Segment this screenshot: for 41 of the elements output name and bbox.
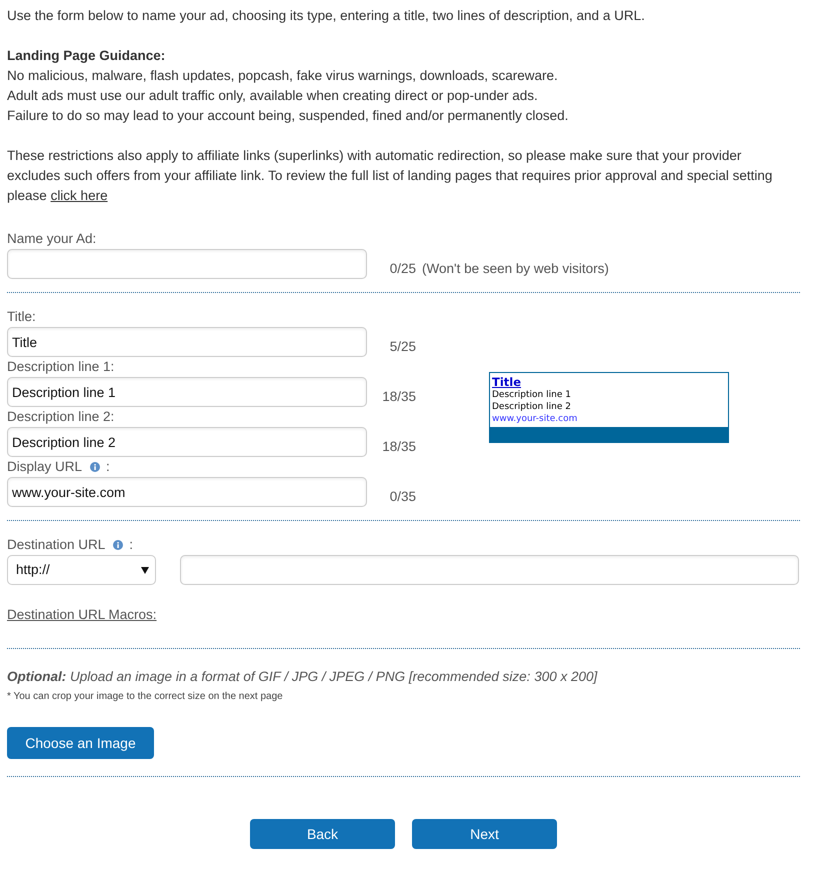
field-label: Destination URL — [7, 536, 106, 554]
input-field[interactable]: www.your-site.com — [7, 477, 367, 507]
guidance-text: No malicious, malware, flash updates, popcash, fake virus warnings, downloads, scareware. — [7, 67, 559, 85]
input-field[interactable]: Title — [7, 327, 367, 357]
preview-url: www.your-site.com — [492, 412, 578, 424]
character-counter: 0/25 — [388, 260, 416, 278]
character-counter: 18/35 — [381, 388, 416, 406]
field-label: Name your Ad: — [7, 230, 96, 248]
guidance-heading: Landing Page Guidance: — [7, 47, 166, 65]
character-counter: 18/35 — [381, 438, 416, 456]
upload-note: * You can crop your image to the correct size on the next page — [7, 690, 284, 704]
next-button[interactable]: Next — [412, 819, 557, 849]
guidance-text: Adult ads must use our adult traffic only, available when creating direct or pop-under ads. — [7, 87, 539, 105]
preview-title-link[interactable]: Title — [492, 374, 522, 388]
destination-url-input[interactable] — [180, 555, 799, 585]
counter-note: (Won't be seen by web visitors) — [422, 260, 609, 278]
ad-name-input[interactable] — [7, 249, 367, 279]
upload-instructions: Optional: Upload an image in a format of GIF / JPG / JPEG / PNG [recommended size: 300 x 200] — [7, 668, 598, 686]
restrictions-paragraph: These restrictions also apply to affiliate links (superlinks) with automatic redirection, so please make sure that your provider excludes such offers from your affiliate link. To review the full list of landing pages that requires prior approval and special setting please click here — [7, 147, 774, 205]
protocol-select[interactable]: http:// — [7, 555, 156, 585]
input-field[interactable]: Description line 2 — [7, 427, 367, 457]
field-label: Description line 2: — [7, 408, 114, 426]
guidance-text: Failure to do so may lead to your account being, suspended, fined and/or permanently closed. — [7, 107, 570, 125]
intro-text: Use the form below to name your ad, choosing its type, entering a title, two lines of description, and a URL. — [7, 7, 646, 25]
preview-description: Description line 1 — [492, 388, 571, 400]
choose-image-button[interactable]: Choose an Image — [7, 727, 154, 759]
character-counter: 0/35 — [388, 488, 416, 506]
label-colon: : — [129, 536, 134, 554]
preview-description: Description line 2 — [492, 400, 571, 412]
caret-icon — [141, 566, 149, 574]
character-counter: 5/25 — [388, 338, 416, 356]
field-label: Title: — [7, 308, 36, 326]
click-here-link[interactable]: click here — [50, 188, 108, 203]
label-colon: : — [106, 458, 110, 476]
field-label: Display URL — [7, 458, 82, 476]
macros-link[interactable]: Destination URL Macros: — [7, 605, 157, 625]
back-button[interactable]: Back — [250, 819, 395, 849]
input-field[interactable]: Description line 1 — [7, 377, 367, 407]
info-icon[interactable] — [113, 540, 124, 550]
field-label: Description line 1: — [7, 358, 114, 376]
info-icon[interactable] — [90, 462, 100, 472]
